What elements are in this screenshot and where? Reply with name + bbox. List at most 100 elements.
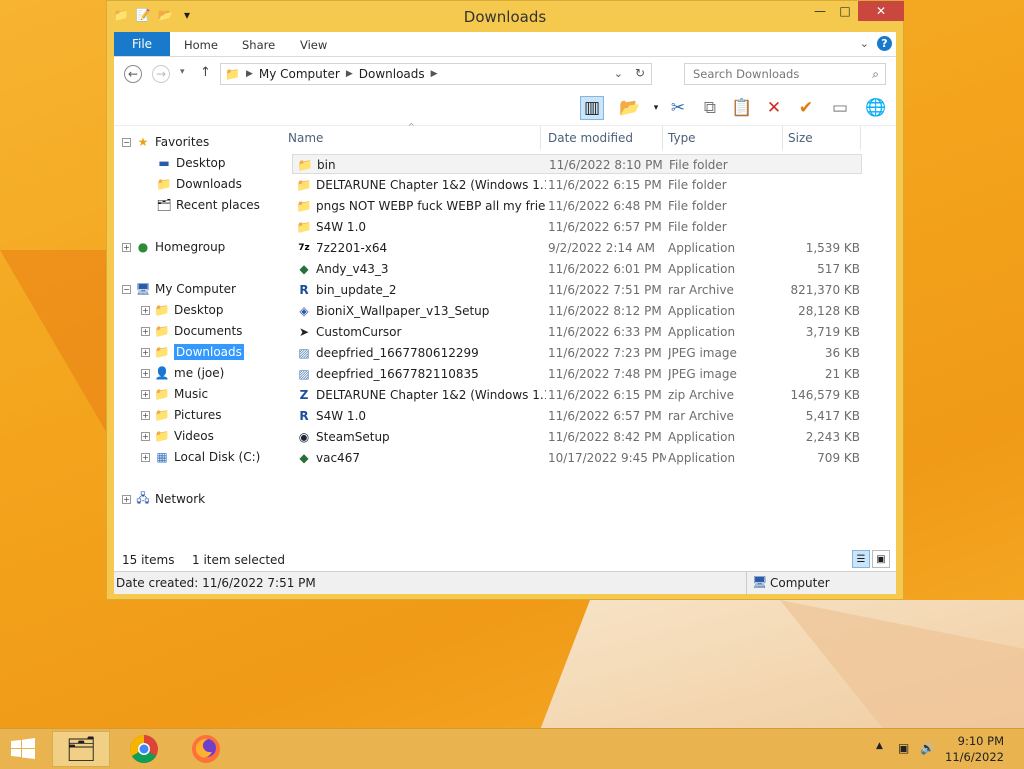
details-view-icon[interactable]: ☰ xyxy=(852,550,870,568)
table-row[interactable]: ◆ vac467 10/17/2022 9:45 PM Application 709 … xyxy=(292,448,862,468)
folder-icon: 📁 xyxy=(154,303,170,317)
tab-home[interactable]: Home xyxy=(184,38,218,52)
navigation-pane-icon[interactable]: ▥ xyxy=(580,96,604,120)
tab-share[interactable]: Share xyxy=(242,38,275,52)
tree-item-videos[interactable]: + 📁 Videos xyxy=(141,426,214,446)
table-row[interactable]: ➤ CustomCursor 11/6/2022 6:33 PM Applicatio… xyxy=(292,322,862,342)
maximize-button[interactable]: □ xyxy=(832,1,858,21)
tree-item-music[interactable]: + 📁 Music xyxy=(141,384,208,404)
globe-icon[interactable]: 🌐 xyxy=(864,96,888,120)
expand-icon[interactable]: + xyxy=(141,431,150,441)
move-to-icon[interactable]: 📂 xyxy=(618,96,642,120)
file-type: Application xyxy=(668,241,736,255)
column-header-type[interactable]: Type xyxy=(668,126,696,150)
back-icon[interactable]: ← xyxy=(124,65,142,83)
taskbar-firefox[interactable] xyxy=(178,731,234,767)
address-dropdown-icon[interactable]: ⌄ xyxy=(614,67,623,80)
expand-icon[interactable]: + xyxy=(141,326,150,336)
file-type: rar Archive xyxy=(668,283,734,297)
tree-favorites[interactable]: − ★ Favorites xyxy=(122,132,209,152)
tree-item-downloads[interactable]: + 📁 Downloads xyxy=(141,342,244,362)
tree-item-user[interactable]: + 👤 me (joe) xyxy=(141,363,224,383)
collapse-icon[interactable]: − xyxy=(122,284,131,294)
tree-item-documents[interactable]: + 📁 Documents xyxy=(141,321,242,341)
tree-item-recent-places[interactable]: 🗂 Recent places xyxy=(156,195,259,215)
expand-icon[interactable]: + xyxy=(141,389,150,399)
file-name: 7z2201-x64 xyxy=(316,241,388,255)
expand-icon[interactable]: + xyxy=(141,347,150,357)
table-row[interactable]: ◈ BioniX_Wallpaper_v13_Setup 11/6/2022 8:1… xyxy=(292,301,862,321)
clock[interactable]: 9:10 PM 11/6/2022 xyxy=(945,733,1004,765)
taskbar-file-explorer[interactable]: 🗂 xyxy=(52,731,110,767)
network-tray-icon[interactable]: ▣ xyxy=(898,741,909,755)
folder-icon: 📁 xyxy=(296,220,312,234)
expand-icon[interactable]: + xyxy=(122,494,131,504)
table-row[interactable]: Rbin_update_2 11/6/2022 7:51 PM rar Archiv… xyxy=(292,280,862,300)
copy-icon[interactable]: ⧉ xyxy=(698,96,722,120)
table-row[interactable]: 7z 7z2201-x64 9/2/2022 2:14 AM Application 1… xyxy=(292,238,862,258)
up-icon[interactable]: ↑ xyxy=(200,65,211,80)
expand-icon[interactable]: + xyxy=(141,452,150,462)
file-name: deepfried_1667780612299 xyxy=(316,346,479,360)
table-row[interactable]: ◆ Andy_v43_3 11/6/2022 6:01 PM Application 5… xyxy=(292,259,862,279)
chevron-right-icon[interactable]: ▶ xyxy=(246,69,253,79)
table-row[interactable]: ▨ deepfried_1667780612299 11/6/2022 7:23 P… xyxy=(292,343,862,363)
table-row[interactable]: 📁 pngs NOT WEBP fuck WEBP all my friend..… xyxy=(292,196,862,216)
expand-icon[interactable]: + xyxy=(141,305,150,315)
refresh-icon[interactable]: ↻ xyxy=(635,66,645,80)
cut-icon[interactable]: ✂ xyxy=(666,96,690,120)
rename-icon[interactable]: ▭ xyxy=(828,96,852,120)
large-icons-view-icon[interactable]: ▣ xyxy=(872,550,890,568)
tree-homegroup[interactable]: + ● Homegroup xyxy=(122,237,225,257)
file-size: 28,128 KB xyxy=(798,304,860,318)
table-row[interactable]: ◉ SteamSetup 11/6/2022 8:42 PM Application 2… xyxy=(292,427,862,447)
tab-file[interactable]: File xyxy=(114,32,170,56)
breadcrumb-my-computer[interactable]: My Computer xyxy=(259,67,340,81)
taskbar-chrome[interactable] xyxy=(116,731,172,767)
tree-my-computer[interactable]: − 🖥 My Computer xyxy=(122,279,236,299)
show-hidden-icons-icon[interactable]: ▲ xyxy=(876,741,883,751)
tree-network[interactable]: + 🖧 Network xyxy=(122,489,205,509)
close-button[interactable]: ✕ xyxy=(858,1,904,21)
column-header-date[interactable]: Date modified xyxy=(548,126,633,150)
collapse-icon[interactable]: − xyxy=(122,137,131,147)
tree-item-desktop[interactable]: + 📁 Desktop xyxy=(141,300,224,320)
title-bar[interactable]: 📁 📝 📂 ▾ Downloads — □ ✕ xyxy=(107,1,904,32)
tree-item-pictures[interactable]: + 📁 Pictures xyxy=(141,405,222,425)
tree-label: Downloads xyxy=(176,177,242,191)
column-header-name[interactable]: Name xyxy=(288,126,323,150)
delete-icon[interactable]: ✕ xyxy=(762,96,786,120)
table-row[interactable]: 📁 S4W 1.0 11/6/2022 6:57 PM File folder xyxy=(292,217,862,237)
paste-icon[interactable]: 📋 xyxy=(730,96,754,120)
table-row[interactable]: 📁 bin 11/6/2022 8:10 PM File folder xyxy=(292,154,862,174)
tree-item-local-disk[interactable]: + ▦ Local Disk (C:) xyxy=(141,447,260,467)
table-row[interactable]: Z DELTARUNE Chapter 1&2 (Windows 1.10) 11/… xyxy=(292,385,862,405)
expand-icon[interactable]: + xyxy=(141,368,150,378)
expand-icon[interactable]: + xyxy=(141,410,150,420)
table-row[interactable]: ▨ deepfried_1667782110835 11/6/2022 7:48 P… xyxy=(292,364,862,384)
expand-ribbon-icon[interactable]: ⌄ xyxy=(860,37,869,50)
table-row[interactable]: 📁 DELTARUNE Chapter 1&2 (Windows 1.10) 11/… xyxy=(292,175,862,195)
tree-item-desktop-fav[interactable]: ▬ Desktop xyxy=(156,153,225,173)
properties-check-icon[interactable]: ✔ xyxy=(794,96,818,120)
chevron-right-icon[interactable]: ▶ xyxy=(346,69,353,79)
search-input[interactable]: Search Downloads ⌕ xyxy=(684,63,886,85)
chevron-right-icon[interactable]: ▶ xyxy=(431,69,438,79)
file-name: S4W 1.0 xyxy=(316,220,367,234)
dropdown-icon[interactable]: ▾ xyxy=(644,96,668,120)
rar-icon: R xyxy=(299,283,309,297)
address-bar[interactable]: 📁 ▶ My Computer ▶ Downloads ▶ ⌄ ↻ xyxy=(220,63,652,85)
help-icon[interactable]: ? xyxy=(877,36,892,51)
volume-icon[interactable]: 🔊 xyxy=(920,741,935,755)
tab-view[interactable]: View xyxy=(300,38,327,52)
tree-item-downloads-fav[interactable]: 📁 Downloads xyxy=(156,174,242,194)
start-button[interactable] xyxy=(0,731,46,767)
forward-icon[interactable]: → xyxy=(152,65,170,83)
expand-icon[interactable]: + xyxy=(122,242,131,252)
table-row[interactable]: R S4W 1.0 11/6/2022 6:57 PM rar Archive 5,41… xyxy=(292,406,862,426)
breadcrumb-downloads[interactable]: Downloads xyxy=(359,67,425,81)
recent-locations-icon[interactable]: ▾ xyxy=(180,67,185,77)
column-header-size[interactable]: Size xyxy=(788,126,813,150)
file-date: 11/6/2022 8:42 PM xyxy=(548,430,662,444)
minimize-button[interactable]: — xyxy=(807,1,833,21)
